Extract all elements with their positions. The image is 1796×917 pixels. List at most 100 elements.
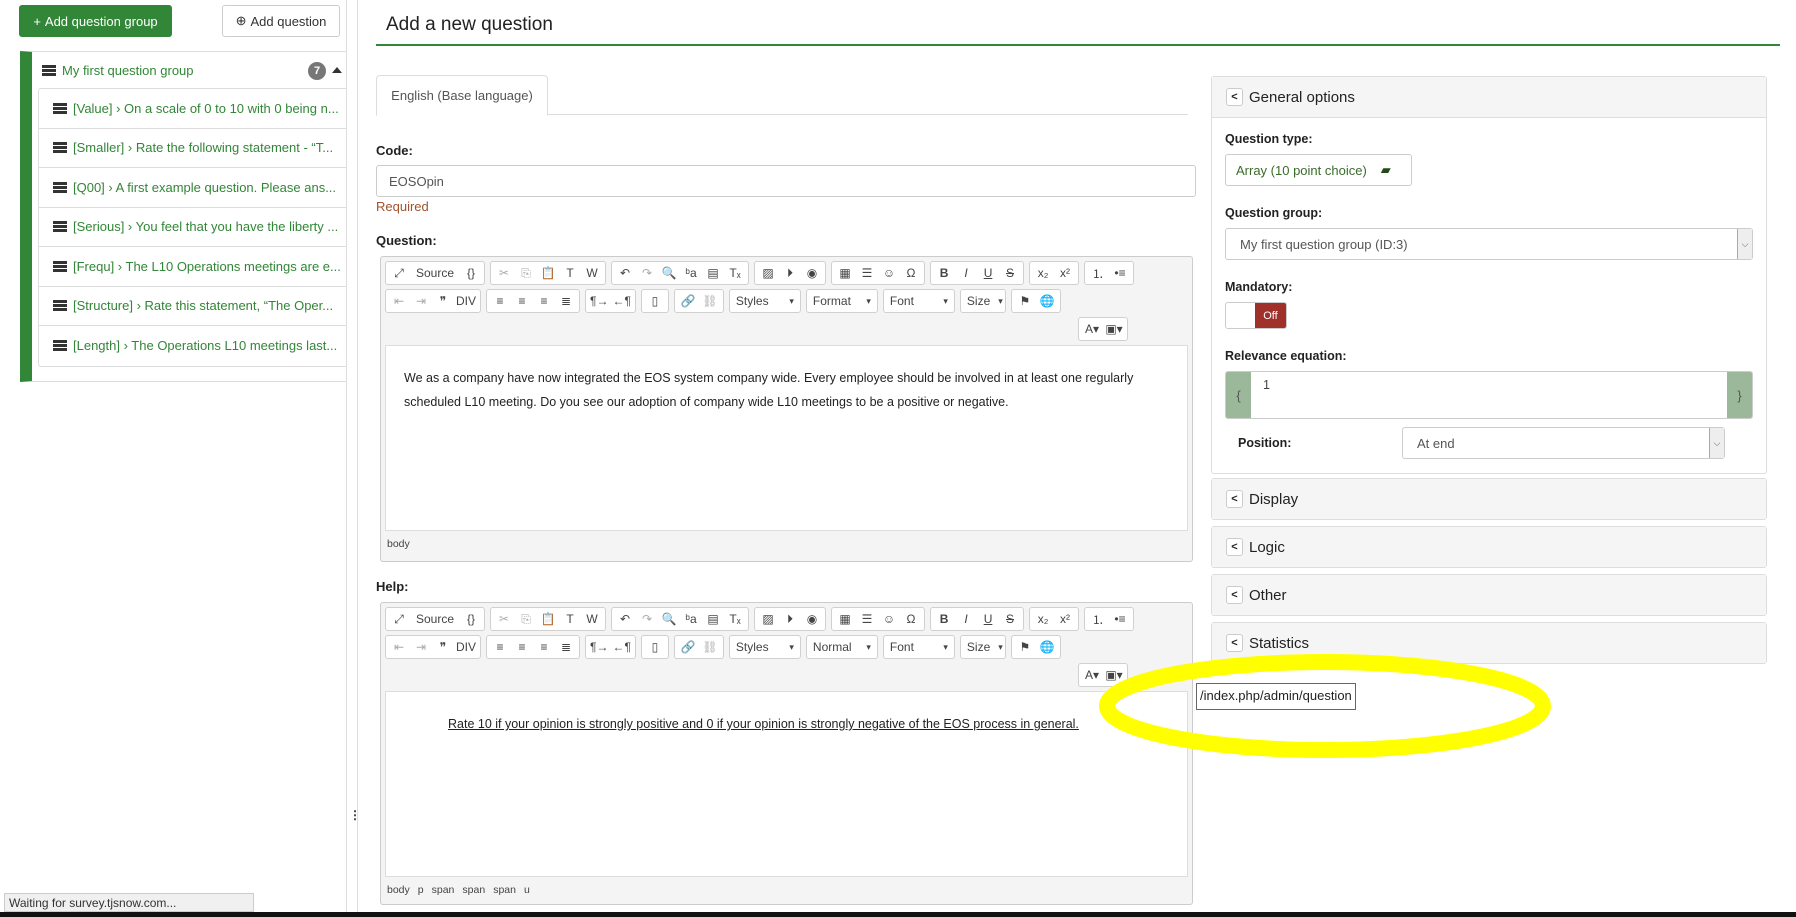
unlink-icon[interactable]: ⛓ xyxy=(699,291,721,311)
ol-icon[interactable]: ⒈ xyxy=(1087,263,1109,283)
position-select[interactable]: At end ⌵ xyxy=(1402,427,1725,459)
sup-icon[interactable]: x² xyxy=(1054,609,1076,629)
anchor-icon[interactable]: ⚑ xyxy=(1014,291,1036,311)
left-icon[interactable]: ≡ xyxy=(489,291,511,311)
ul-icon[interactable]: •≡ xyxy=(1109,263,1131,283)
media-icon[interactable]: ⏵ xyxy=(779,263,801,283)
image-icon[interactable]: ▨ xyxy=(757,609,779,629)
ul-icon[interactable]: •≡ xyxy=(1109,609,1131,629)
question-list-item[interactable]: [Value] › On a scale of 0 to 10 with 0 b… xyxy=(39,89,346,129)
undo-icon[interactable]: ↶ xyxy=(614,609,636,629)
mandatory-toggle[interactable]: Off xyxy=(1225,302,1287,329)
italic-icon[interactable]: I xyxy=(955,609,977,629)
replace-icon[interactable]: ᵇa xyxy=(680,263,702,283)
combo-format[interactable]: Format xyxy=(805,289,878,313)
justify-icon[interactable]: ≣ xyxy=(555,637,577,657)
path-element[interactable]: p xyxy=(418,884,424,896)
templates-icon[interactable]: {} xyxy=(460,609,482,629)
special-icon[interactable]: Ω xyxy=(900,609,922,629)
question-list-item[interactable]: [Frequ] › The L10 Operations meetings ar… xyxy=(39,247,346,287)
remove-format-icon[interactable]: Tₓ xyxy=(724,263,746,283)
flash-icon[interactable]: ◉ xyxy=(801,609,823,629)
select-all-icon[interactable]: ▤ xyxy=(702,609,724,629)
left-icon[interactable]: ≡ xyxy=(489,637,511,657)
relevance-value[interactable]: 1 xyxy=(1251,372,1727,418)
path-element[interactable]: body xyxy=(387,538,410,550)
section-other[interactable]: < Other xyxy=(1211,574,1767,616)
strike-icon[interactable]: S xyxy=(999,609,1021,629)
indent-icon[interactable]: ⇥ xyxy=(410,637,432,657)
ltr-icon[interactable]: ¶→ xyxy=(588,291,610,311)
copy-icon[interactable]: ⎘ xyxy=(515,609,537,629)
paste-icon[interactable]: 📋 xyxy=(537,263,559,283)
combo-size[interactable]: Size xyxy=(959,289,1006,313)
quote-icon[interactable]: ❞ xyxy=(432,291,454,311)
redo-icon[interactable]: ↷ xyxy=(636,263,658,283)
drag-handle-icon[interactable] xyxy=(53,102,67,114)
text-color-icon[interactable]: A▾ xyxy=(1081,319,1103,339)
table-icon[interactable]: ▦ xyxy=(834,609,856,629)
redo-icon[interactable]: ↷ xyxy=(636,609,658,629)
drag-handle-icon[interactable] xyxy=(42,64,56,76)
paste-icon[interactable]: 📋 xyxy=(537,609,559,629)
replace-icon[interactable]: ᵇa xyxy=(680,609,702,629)
link-icon[interactable]: 🔗 xyxy=(677,637,699,657)
drag-handle-icon[interactable] xyxy=(53,181,67,193)
drag-handle-icon[interactable] xyxy=(53,340,67,352)
quote-icon[interactable]: ❞ xyxy=(432,637,454,657)
drag-handle-icon[interactable] xyxy=(53,221,67,233)
drag-handle-icon[interactable] xyxy=(53,300,67,312)
smiley-icon[interactable]: ☺ xyxy=(878,263,900,283)
combo-styles[interactable]: Styles xyxy=(728,289,801,313)
strike-icon[interactable]: S xyxy=(999,263,1021,283)
cut-icon[interactable]: ✂ xyxy=(493,263,515,283)
table-icon[interactable]: ▦ xyxy=(834,263,856,283)
copy-icon[interactable]: ⎘ xyxy=(515,263,537,283)
ol-icon[interactable]: ⒈ xyxy=(1087,609,1109,629)
underline-icon[interactable]: U xyxy=(977,263,999,283)
templates-icon[interactable]: {} xyxy=(460,263,482,283)
sub-icon[interactable]: x₂ xyxy=(1032,609,1054,629)
cut-icon[interactable]: ✂ xyxy=(493,609,515,629)
combo-normal[interactable]: Normal xyxy=(805,635,878,659)
chevron-left-icon[interactable]: < xyxy=(1226,88,1243,106)
outdent-icon[interactable]: ⇤ xyxy=(388,637,410,657)
unlink-icon[interactable]: ⛓ xyxy=(699,637,721,657)
rtl-icon[interactable]: ←¶ xyxy=(610,637,632,657)
maximize-icon[interactable]: ⤢ xyxy=(388,609,410,629)
hr-icon[interactable]: ☰ xyxy=(856,263,878,283)
remove-format-icon[interactable]: Tₓ xyxy=(724,609,746,629)
indent-icon[interactable]: ⇥ xyxy=(410,291,432,311)
drag-handle-icon[interactable] xyxy=(53,142,67,154)
question-list-item[interactable]: [Structure] › Rate this statement, “The … xyxy=(39,287,346,326)
path-element[interactable]: span xyxy=(432,884,455,896)
underline-icon[interactable]: U xyxy=(977,609,999,629)
outdent-icon[interactable]: ⇤ xyxy=(388,291,410,311)
undo-icon[interactable]: ↶ xyxy=(614,263,636,283)
chevron-left-icon[interactable]: < xyxy=(1226,586,1243,604)
media-icon[interactable]: ⏵ xyxy=(779,609,801,629)
justify-icon[interactable]: ≣ xyxy=(555,291,577,311)
center-icon[interactable]: ≡ xyxy=(511,637,533,657)
rtl-icon[interactable]: ←¶ xyxy=(610,291,632,311)
maximize-icon[interactable]: ⤢ xyxy=(388,263,410,283)
image-icon[interactable]: ▨ xyxy=(757,263,779,283)
question-list-item[interactable]: [Length] › The Operations L10 meetings l… xyxy=(39,326,346,366)
paste-text-icon[interactable]: T xyxy=(559,263,581,283)
smiley-icon[interactable]: ☺ xyxy=(878,609,900,629)
pagebreak-icon[interactable]: ▯ xyxy=(644,637,666,657)
relevance-equation-field[interactable]: {1} xyxy=(1225,371,1753,419)
select-all-icon[interactable]: ▤ xyxy=(702,263,724,283)
add-question-group-button[interactable]: + Add question group xyxy=(19,5,172,37)
question-list-item[interactable]: [Q00] › A first example question. Please… xyxy=(39,168,346,208)
question-group-name[interactable]: My first question group xyxy=(62,63,194,78)
find-icon[interactable]: 🔍 xyxy=(658,263,680,283)
question-type-button[interactable]: Array (10 point choice) ▰ xyxy=(1225,154,1412,186)
combo-font[interactable]: Font xyxy=(882,635,955,659)
div-icon[interactable]: DIV xyxy=(454,291,478,311)
question-group-header[interactable]: My first question group 7 xyxy=(32,52,346,88)
combo-styles[interactable]: Styles xyxy=(728,635,801,659)
source-button[interactable]: Source xyxy=(410,263,460,283)
question-editor-content[interactable]: We as a company have now integrated the … xyxy=(385,345,1188,531)
language-icon[interactable]: 🌐 xyxy=(1036,291,1058,311)
